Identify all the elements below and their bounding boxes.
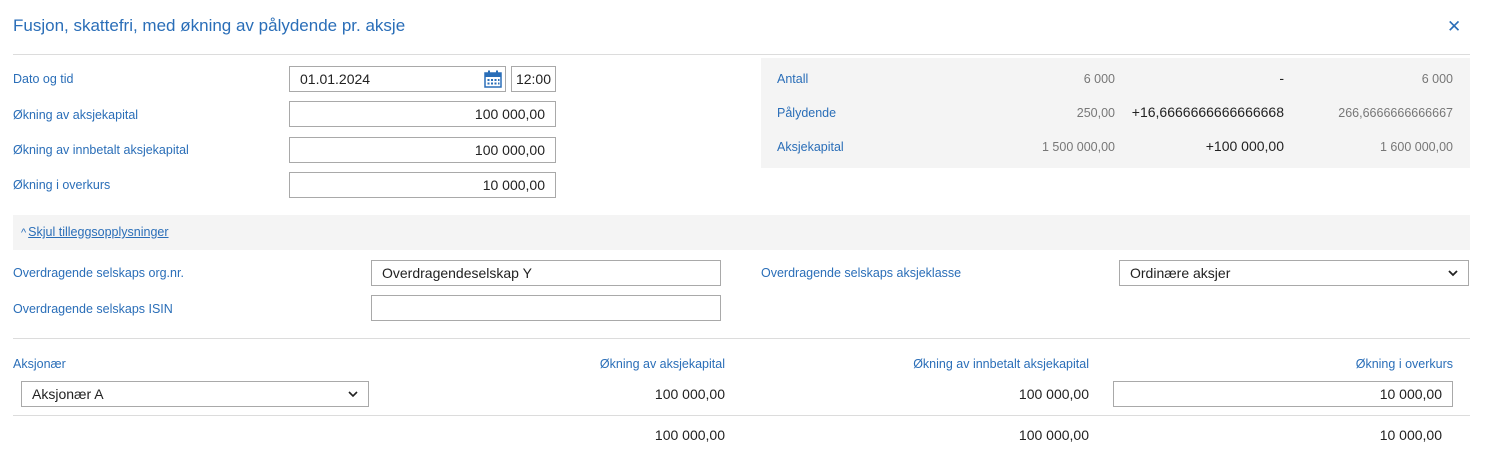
chevron-down-icon (1448, 270, 1458, 277)
summary-before-antall: 6 000 (1083, 72, 1115, 86)
chevron-down-icon (348, 391, 358, 398)
col-header-capital-increase: Økning av aksjekapital (599, 357, 725, 371)
summary-panel: Antall 6 000 - 6 000 Pålydende 250,00 +1… (761, 58, 1470, 168)
header-divider (13, 54, 1470, 55)
shareholder-value: Aksjonær A (32, 386, 104, 402)
summary-before-aksjekapital: 1 500 000,00 (1042, 140, 1115, 154)
date-label: Dato og tid (13, 72, 74, 86)
summary-change-antall: - (1279, 70, 1284, 86)
dialog-title: Fusjon, skattefri, med økning av pålyden… (13, 16, 406, 35)
summary-change-aksjekapital: +100 000,00 (1205, 138, 1284, 154)
share-class-value: Ordinære aksjer (1130, 265, 1231, 281)
row-premium-increase-value: 10 000,00 (1379, 386, 1442, 402)
premium-increase-value: 10 000,00 (482, 177, 545, 193)
date-input[interactable]: 01.01.2024 (289, 66, 506, 92)
summary-after-palydende: 266,6666666666667 (1338, 106, 1453, 120)
summary-after-aksjekapital: 1 600 000,00 (1380, 140, 1453, 154)
summary-label-palydende: Pålydende (777, 106, 837, 120)
org-nr-label: Overdragende selskaps org.nr. (13, 266, 184, 280)
premium-increase-input[interactable]: 10 000,00 (289, 172, 556, 198)
share-class-select[interactable]: Ordinære aksjer (1119, 260, 1469, 286)
row-paid-capital-increase: 100 000,00 (1018, 386, 1089, 402)
row-capital-increase: 100 000,00 (654, 386, 725, 402)
row-premium-increase-input[interactable]: 10 000,00 (1113, 381, 1453, 407)
total-paid-capital-increase: 100 000,00 (1018, 427, 1089, 443)
col-header-paid-capital-increase: Økning av innbetalt aksjekapital (913, 357, 1089, 371)
premium-increase-label: Økning i overkurs (13, 178, 111, 192)
paid-capital-increase-value: 100 000,00 (474, 142, 545, 158)
shareholder-select[interactable]: Aksjonær A (21, 381, 369, 407)
chevron-up-icon: ^ (21, 227, 27, 239)
close-icon[interactable]: ✕ (1447, 18, 1461, 35)
org-nr-input[interactable]: Overdragendeselskap Y (371, 260, 721, 286)
isin-label: Overdragende selskaps ISIN (13, 302, 173, 316)
summary-after-antall: 6 000 (1421, 72, 1453, 86)
totals-divider (13, 415, 1470, 416)
capital-increase-input[interactable]: 100 000,00 (289, 101, 556, 127)
summary-label-aksjekapital: Aksjekapital (777, 140, 844, 154)
hide-extra-info-label: Skjul tilleggsopplysninger (28, 225, 169, 239)
paid-capital-increase-input[interactable]: 100 000,00 (289, 137, 556, 163)
total-premium-increase: 10 000,00 (1379, 427, 1442, 443)
time-value: 12:00 (515, 71, 552, 87)
section-divider (13, 338, 1470, 339)
col-header-premium-increase: Økning i overkurs (1355, 357, 1453, 371)
isin-input[interactable] (371, 295, 721, 321)
calendar-icon[interactable] (483, 69, 503, 89)
col-header-shareholder: Aksjonær (13, 357, 66, 371)
summary-change-palydende: +16,6666666666666668 (1131, 104, 1284, 120)
total-capital-increase: 100 000,00 (654, 427, 725, 443)
paid-capital-increase-label: Økning av innbetalt aksjekapital (13, 143, 189, 157)
extra-info-toggle-bar: ^ Skjul tilleggsopplysninger (13, 215, 1470, 250)
summary-label-antall: Antall (777, 72, 809, 86)
time-input[interactable]: 12:00 (511, 66, 556, 92)
capital-increase-label: Økning av aksjekapital (13, 108, 139, 122)
org-nr-value: Overdragendeselskap Y (382, 265, 532, 281)
capital-increase-value: 100 000,00 (474, 106, 545, 122)
date-value: 01.01.2024 (300, 71, 371, 87)
hide-extra-info-link[interactable]: ^ Skjul tilleggsopplysninger (21, 225, 169, 239)
share-class-label: Overdragende selskaps aksjeklasse (761, 266, 962, 280)
